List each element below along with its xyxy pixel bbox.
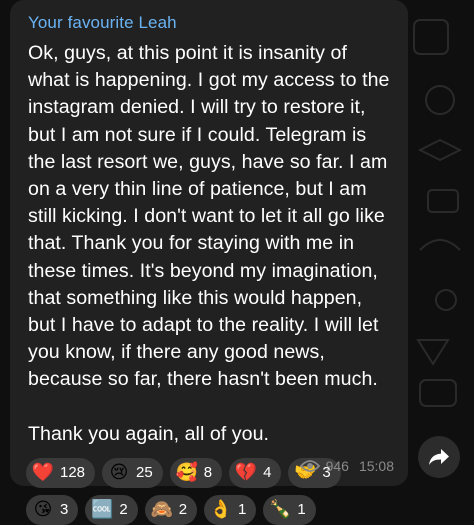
reaction-broken-heart[interactable]: 💔 4 [229, 457, 282, 488]
reaction-count: 4 [263, 463, 272, 481]
broken-heart-icon: 💔 [234, 461, 258, 483]
reaction-cool[interactable]: 🆒 2 [85, 494, 138, 525]
reaction-count: 128 [60, 463, 86, 481]
reaction-count: 1 [238, 500, 247, 518]
smiling-face-with-hearts-icon: 🥰 [175, 461, 198, 483]
ok-hand-icon: 👌 [209, 498, 233, 520]
view-count: 946 [325, 458, 349, 474]
reaction-count: 25 [136, 463, 153, 481]
message-bubble: Your favourite Leah Ok, guys, at this po… [10, 0, 408, 525]
reaction-kissing-face[interactable]: 😘 3 [26, 494, 79, 525]
crying-face-icon: 😢 [109, 461, 129, 483]
reaction-count: 8 [203, 463, 213, 481]
reaction-ok-hand[interactable]: 👌 1 [204, 494, 257, 525]
message-paragraph-1: Ok, guys, at this point it is insanity o… [28, 42, 390, 391]
message-paragraph-2: Thank you again, all of you. [28, 422, 270, 445]
eye-icon [299, 460, 320, 472]
message-time: 15:08 [358, 458, 394, 474]
reaction-crying-face[interactable]: 😢 25 [102, 457, 163, 488]
share-arrow-icon [429, 449, 449, 465]
message-text: Ok, guys, at this point it is insanity o… [28, 40, 394, 448]
cool-button-icon: 🆒 [91, 498, 114, 520]
reaction-count: 2 [178, 500, 188, 518]
message-meta: 946 15:08 [299, 458, 394, 474]
see-no-evil-monkey-icon: 🙈 [150, 498, 173, 520]
reaction-heart[interactable]: ❤️ 128 [26, 457, 96, 488]
reaction-champagne[interactable]: 🍾 1 [263, 494, 316, 525]
champagne-icon: 🍾 [269, 498, 292, 520]
reaction-count: 2 [119, 500, 128, 518]
forward-button[interactable] [418, 436, 460, 478]
reaction-count: 1 [297, 500, 306, 518]
heart-icon: ❤️ [31, 461, 55, 483]
reaction-see-no-evil-monkey[interactable]: 🙈 2 [144, 494, 198, 525]
kissing-face-icon: 😘 [33, 498, 53, 520]
reaction-smiling-face-with-hearts[interactable]: 🥰 8 [169, 457, 223, 488]
reaction-count: 3 [60, 500, 69, 518]
sender-name[interactable]: Your favourite Leah [28, 12, 394, 34]
